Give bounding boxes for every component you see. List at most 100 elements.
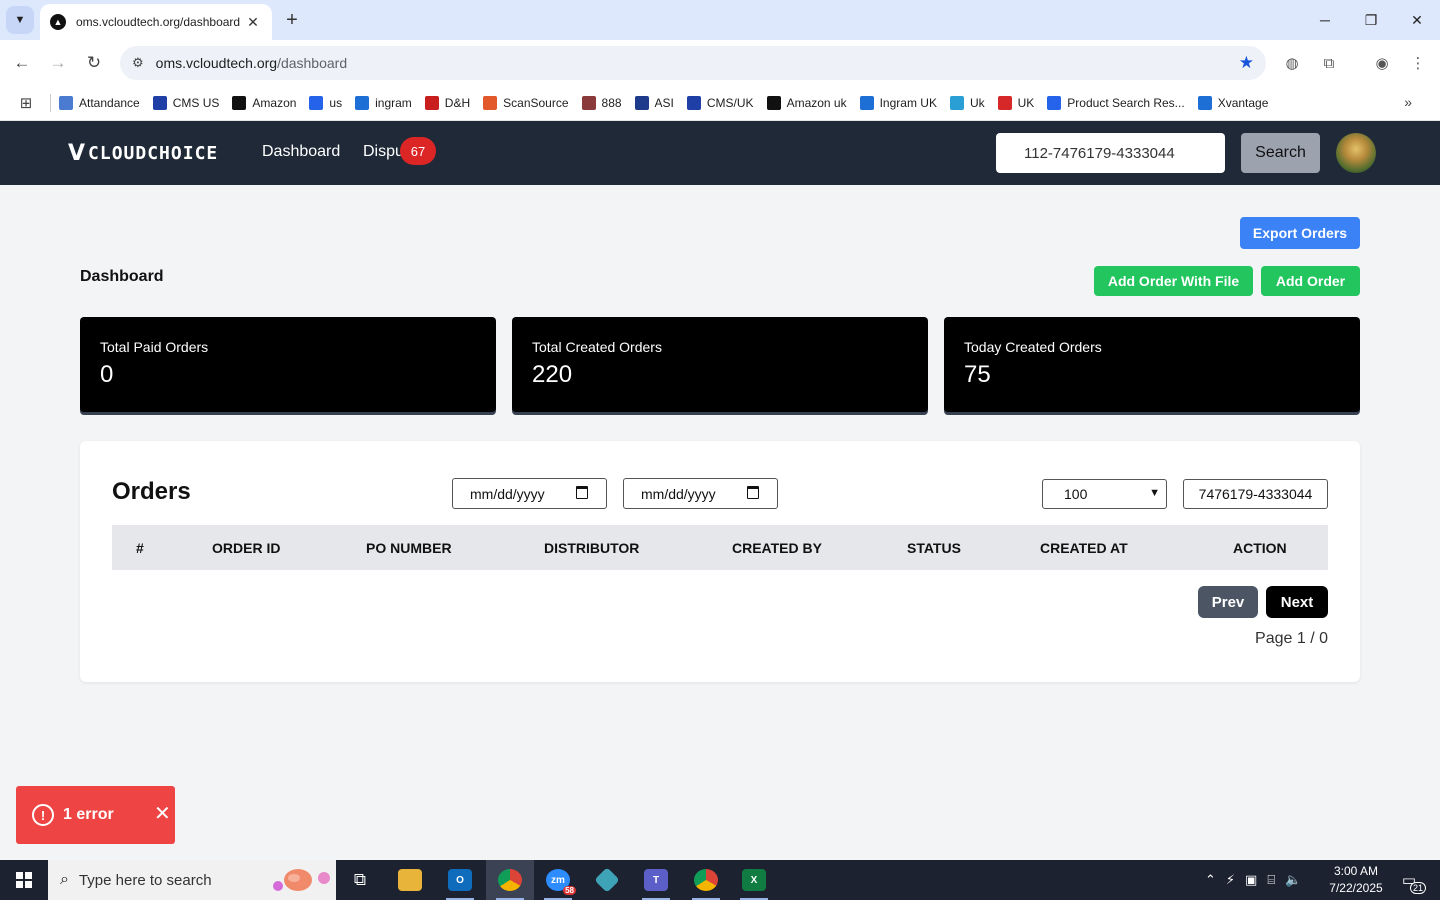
ec-icon xyxy=(1047,96,1062,110)
orders-table-header: # ORDER ID PO NUMBER DISTRIBUTOR CREATED… xyxy=(112,525,1328,570)
user-avatar[interactable] xyxy=(1336,133,1376,173)
header-search-input[interactable] xyxy=(996,133,1225,173)
orders-panel: Orders mm/dd/yyyy mm/dd/yyyy 100 ▼ 74761… xyxy=(80,441,1360,682)
start-button[interactable] xyxy=(0,860,48,900)
page-size-value: 100 xyxy=(1064,486,1088,502)
taskbar-chrome-profile[interactable] xyxy=(682,860,730,900)
amazon-icon xyxy=(766,96,781,110)
forward-arrow-icon[interactable]: → xyxy=(45,50,71,76)
bookmark-label: CMS/UK xyxy=(706,96,754,110)
taskbar-file-explorer[interactable] xyxy=(386,860,434,900)
taskbar-app-diamond[interactable] xyxy=(583,860,631,900)
taskbar-chrome[interactable] xyxy=(486,860,534,900)
stat-label: Today Created Orders xyxy=(964,339,1102,355)
browser-menu-icon[interactable]: ⋮ xyxy=(1405,50,1431,76)
bookmark-item[interactable]: us xyxy=(309,96,342,110)
bookmark-list: Attandance CMS US Amazon us ingram D&H ScanSou… xyxy=(59,96,1281,110)
column-header-order-id: ORDER ID xyxy=(212,540,281,556)
clock-date: 7/22/2025 xyxy=(1329,881,1383,895)
taskbar-zoom[interactable]: zm 58 xyxy=(534,860,582,900)
apps-grid-icon[interactable]: ⊞ xyxy=(16,94,36,112)
task-view-button[interactable]: ⧉ xyxy=(336,860,384,900)
notification-center-icon[interactable]: ▭ 21 xyxy=(1396,868,1426,894)
add-order-button[interactable]: Add Order xyxy=(1261,266,1360,296)
bookmark-item[interactable]: Amazon uk xyxy=(766,96,847,110)
tray-app-icon[interactable]: ⚡ xyxy=(1226,872,1235,888)
profile-icon[interactable]: ◉ xyxy=(1369,50,1395,76)
window-close-icon[interactable]: ✕ xyxy=(1394,0,1440,40)
bookmark-item[interactable]: CMS/UK xyxy=(686,96,754,110)
bookmark-item[interactable]: Amazon xyxy=(232,96,296,110)
bookmark-label: D&H xyxy=(444,96,471,110)
minimize-icon[interactable]: ─ xyxy=(1302,0,1348,40)
bookmark-item[interactable]: Ingram UK xyxy=(859,96,937,110)
ingram-icon xyxy=(859,96,874,110)
translate-globe-icon[interactable]: ◍ xyxy=(1279,50,1305,76)
more-bookmarks-icon[interactable]: » xyxy=(1404,94,1412,110)
site-info-icon[interactable]: ⚙ xyxy=(132,55,144,71)
date-to-input[interactable]: mm/dd/yyyy xyxy=(623,478,778,509)
bookmark-item[interactable]: UK xyxy=(997,96,1034,110)
browser-tab-active[interactable]: ▲ oms.vcloudtech.org/dashboard ✕ xyxy=(40,4,272,40)
address-bar[interactable]: ⚙ oms.vcloudtech.org/dashboard ★ xyxy=(120,46,1266,80)
prev-page-button[interactable]: Prev xyxy=(1198,586,1258,618)
taskbar-excel[interactable]: X xyxy=(730,860,778,900)
nav-disputes[interactable]: Dispu xyxy=(363,143,404,161)
stat-value: 220 xyxy=(532,361,573,388)
calendar-icon[interactable] xyxy=(576,486,588,499)
export-orders-button[interactable]: Export Orders xyxy=(1240,217,1360,249)
add-order-with-file-button[interactable]: Add Order With File xyxy=(1094,266,1253,296)
bookmark-item[interactable]: ASI xyxy=(634,96,674,110)
bookmark-item[interactable]: Xvantage xyxy=(1197,96,1268,110)
bookmark-item[interactable]: ingram xyxy=(355,96,412,110)
nav-dashboard[interactable]: Dashboard xyxy=(262,143,340,161)
date-from-input[interactable]: mm/dd/yyyy xyxy=(452,478,607,509)
page-size-select[interactable]: 100 ▼ xyxy=(1042,479,1167,509)
bookmark-item[interactable]: D&H xyxy=(424,96,471,110)
teams-icon: T xyxy=(644,869,668,891)
bookmark-item[interactable]: CMS US xyxy=(152,96,219,110)
taskbar-outlook[interactable]: O xyxy=(436,860,484,900)
back-arrow-icon[interactable]: ← xyxy=(9,50,35,76)
amazon-icon xyxy=(232,96,247,110)
tab-close-icon[interactable]: ✕ xyxy=(244,14,262,31)
tab-search-chevron-icon[interactable]: ▼ xyxy=(6,6,34,34)
column-header-po-number: PO NUMBER xyxy=(366,540,452,556)
bookmark-item[interactable]: Product Search Res... xyxy=(1047,96,1185,110)
volume-icon[interactable]: 🔈 xyxy=(1285,872,1301,888)
scansource-icon xyxy=(483,96,498,110)
restore-icon[interactable]: ❐ xyxy=(1348,0,1394,40)
clock-time: 3:00 AM xyxy=(1333,864,1379,878)
toast-close-icon[interactable]: ✕ xyxy=(154,804,171,824)
taskbar-search-box[interactable]: ⌕ Type here to search xyxy=(48,860,336,900)
bookmark-item[interactable]: 888 xyxy=(581,96,622,110)
orders-search-input[interactable]: 7476179-4333044 xyxy=(1183,479,1328,509)
tray-network-alert-icon[interactable]: ▣ xyxy=(1245,872,1257,888)
cloudchoice-logo[interactable]: V CLOUDCHOICE xyxy=(68,141,218,166)
bookmark-item[interactable]: Uk xyxy=(949,96,985,110)
network-icon[interactable]: ⌸ xyxy=(1267,872,1275,888)
header-search-button[interactable]: Search xyxy=(1241,133,1320,173)
extensions-puzzle-icon[interactable]: ⧉ xyxy=(1316,50,1342,76)
chevron-down-icon: ▼ xyxy=(1149,487,1160,499)
reload-icon[interactable]: ↻ xyxy=(81,50,107,76)
bookmark-item[interactable]: ScanSource xyxy=(483,96,569,110)
tray-chevron-up-icon[interactable]: ⌃ xyxy=(1205,872,1216,888)
bookmark-label: ASI xyxy=(654,96,674,110)
bookmark-label: Attandance xyxy=(79,96,140,110)
stat-card-total-paid: Total Paid Orders 0 xyxy=(80,317,496,412)
window-controls: ─ ❐ ✕ xyxy=(1302,0,1440,40)
new-tab-plus-icon[interactable]: + xyxy=(280,8,304,32)
taskbar-teams[interactable]: T xyxy=(632,860,680,900)
bookmarks-divider xyxy=(50,94,51,112)
asi-icon xyxy=(634,96,649,110)
chrome-icon xyxy=(498,869,522,891)
calendar-icon[interactable] xyxy=(747,486,759,499)
taskbar-clock[interactable]: 3:00 AM 7/22/2025 xyxy=(1328,863,1384,897)
page-title: Dashboard xyxy=(80,268,164,285)
bookmark-star-icon[interactable]: ★ xyxy=(1239,53,1254,73)
error-toast[interactable]: ! 1 error ✕ xyxy=(16,786,175,844)
chrome-icon xyxy=(694,869,718,891)
bookmark-item[interactable]: Attandance xyxy=(59,96,140,110)
next-page-button[interactable]: Next xyxy=(1266,586,1328,618)
